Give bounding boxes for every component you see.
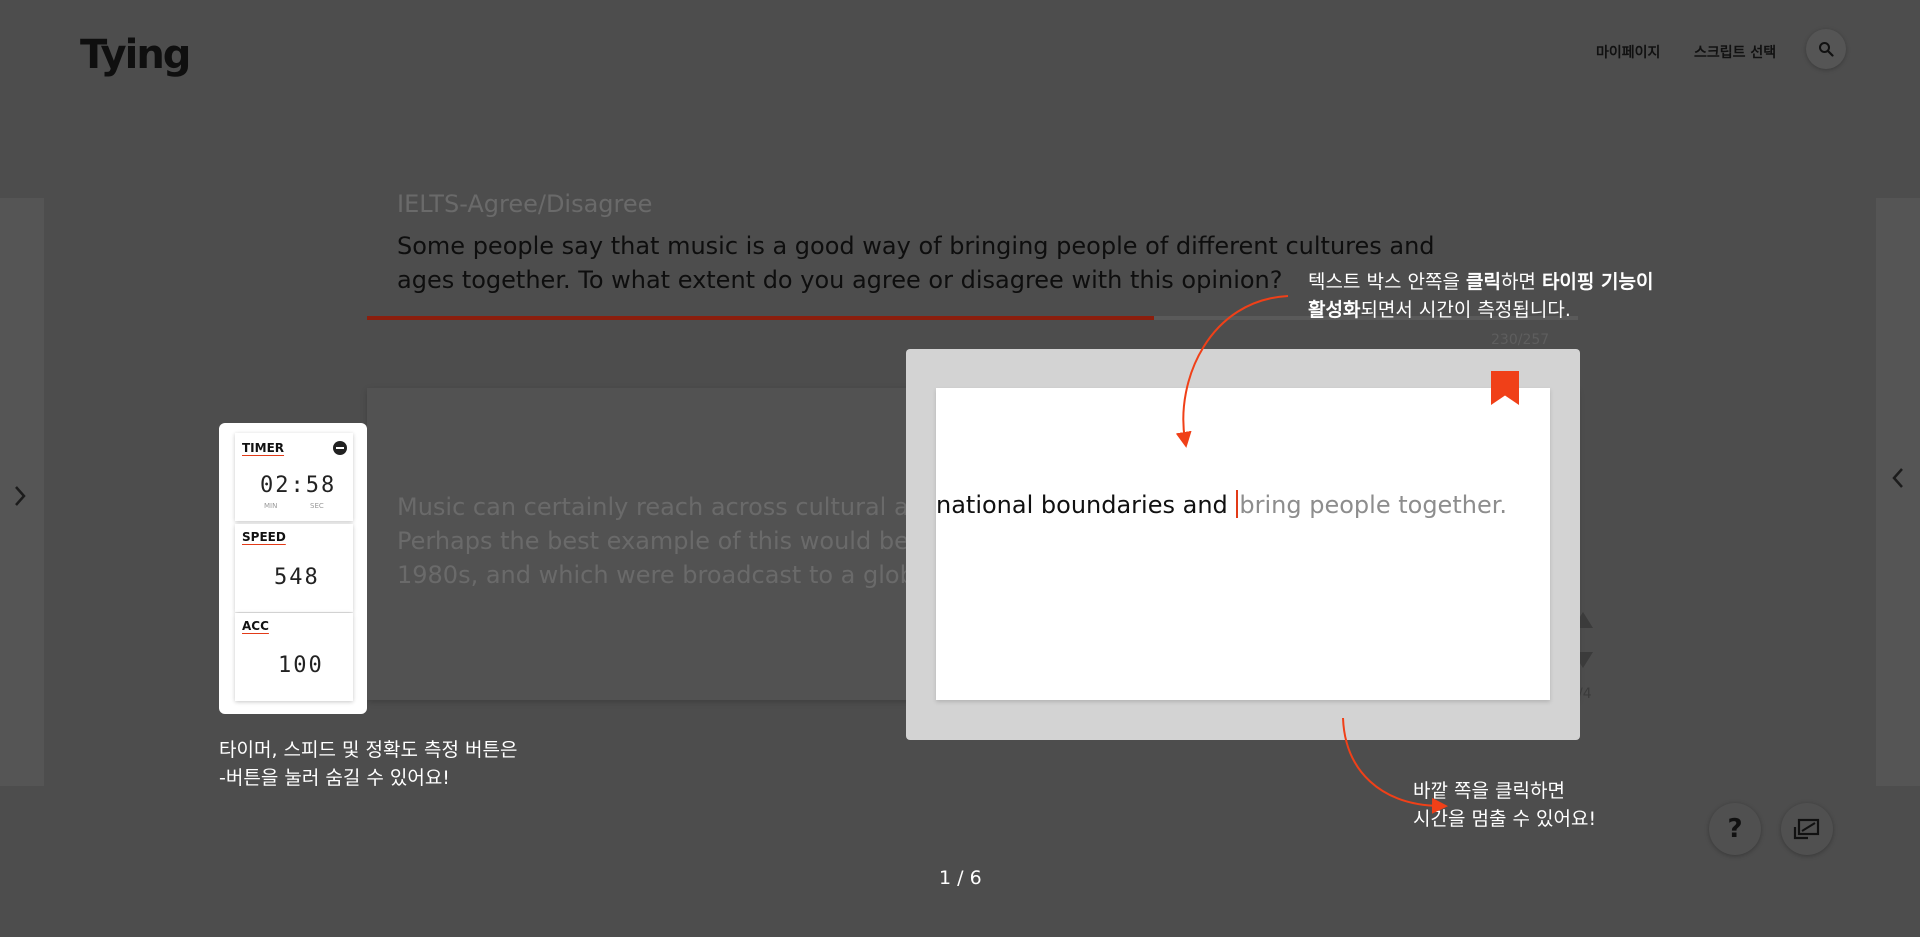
pip-button[interactable]: [1781, 803, 1833, 855]
chevron-right-icon: [1892, 468, 1903, 488]
next-script-button[interactable]: [1876, 198, 1920, 786]
chevron-left-icon: [15, 486, 26, 506]
search-icon: [1819, 42, 1834, 57]
timer-panel: TIMER 02:58 MIN SEC: [235, 433, 353, 521]
help-button[interactable]: ?: [1709, 803, 1761, 855]
typing-input-box[interactable]: national boundaries and bring people tog…: [936, 388, 1550, 700]
passage-page-indicator: /4: [1578, 686, 1592, 702]
accuracy-panel: ACC 100: [235, 613, 353, 701]
accuracy-value: 100: [278, 653, 324, 678]
script-category: IELTS-Agree/Disagree: [397, 190, 653, 218]
logo[interactable]: Tying: [80, 32, 191, 78]
char-count: 230/257: [1491, 332, 1550, 348]
typing-line: national boundaries and bring people tog…: [936, 488, 1507, 522]
timer-min-label: MIN: [264, 502, 278, 510]
tutorial-note-click-outside: 바깥 쪽을 클릭하면 시간을 멈출 수 있어요!: [1413, 780, 1597, 830]
tutorial-note-click-inside: 텍스트 박스 안쪽을 클릭하면 타이핑 기능이 활성화되면서 시간이 측정됩니다.: [1308, 271, 1654, 321]
untyped-text: bring people together.: [1239, 491, 1508, 519]
help-label: ?: [1727, 814, 1743, 844]
speed-label: SPEED: [242, 530, 286, 544]
timer-value: 02:58: [260, 473, 337, 498]
pip-icon: [1793, 818, 1820, 840]
minus-icon[interactable]: [333, 441, 347, 455]
timer-label: TIMER: [242, 441, 285, 455]
typed-text: national boundaries and: [936, 491, 1228, 519]
timer-sec-label: SEC: [310, 502, 324, 510]
speed-panel: SPEED 548: [235, 524, 353, 612]
progress-fill: [367, 316, 1155, 320]
page-indicator: 1 / 6: [939, 867, 982, 889]
accuracy-label: ACC: [242, 619, 269, 633]
search-button[interactable]: [1806, 29, 1846, 69]
speed-value: 548: [274, 565, 320, 590]
nav-script-select[interactable]: 스크립트 선택: [1694, 42, 1776, 62]
prev-script-button[interactable]: [0, 198, 44, 786]
tutorial-note-hide-stats: 타이머, 스피드 및 정확도 측정 버튼은 -버튼을 눌러 숨길 수 있어요!: [219, 739, 518, 789]
nav-mypage[interactable]: 마이페이지: [1596, 42, 1660, 62]
